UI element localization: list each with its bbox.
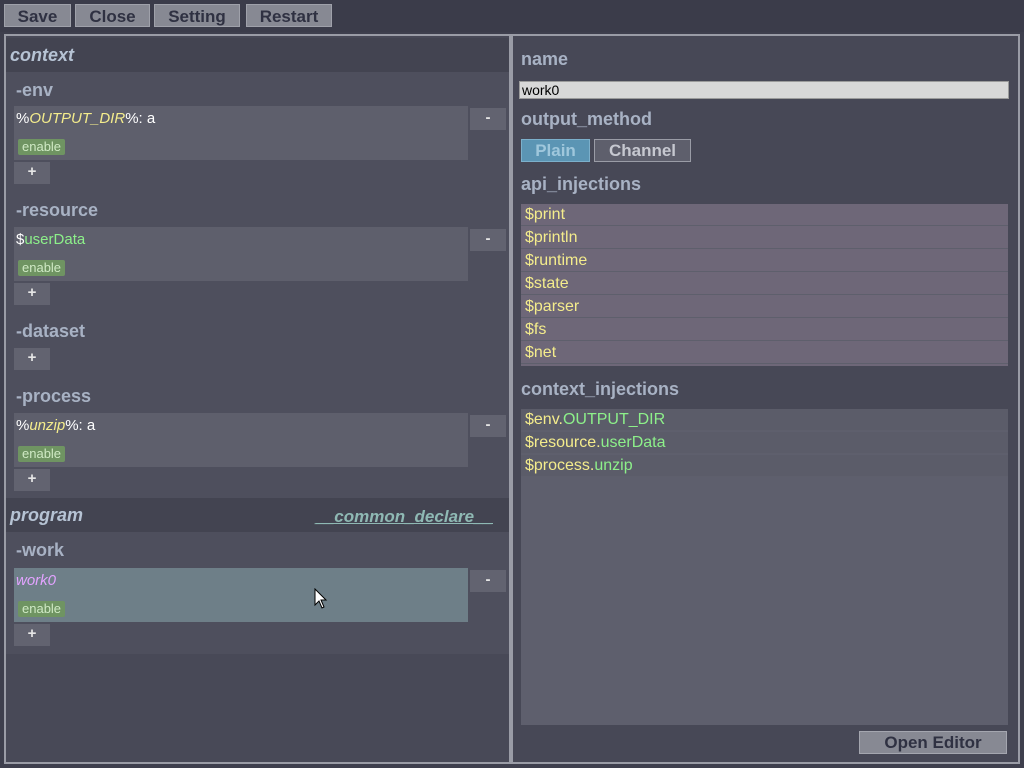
restart-button[interactable]: Restart	[246, 4, 332, 27]
work-subtitle: -work	[16, 540, 65, 560]
process-enable-badge[interactable]: enable	[18, 446, 66, 462]
api-item-runtime[interactable]: $runtime	[521, 250, 1008, 272]
dataset-add-button[interactable]: +	[14, 348, 50, 370]
output-method-label: output_method	[521, 109, 652, 129]
api-item-state[interactable]: $state	[521, 273, 1008, 295]
resource-add-button[interactable]: +	[14, 283, 50, 305]
save-button[interactable]: Save	[4, 4, 71, 27]
process-add-button[interactable]: +	[14, 469, 50, 491]
resource-item[interactable]: $userData enable	[14, 227, 468, 281]
context-item-resource[interactable]: $resource.userData	[521, 432, 1008, 454]
mouse-cursor-icon	[314, 588, 328, 609]
api-item-parser[interactable]: $parser	[521, 296, 1008, 318]
context-title: context	[10, 45, 75, 65]
api-injections-list: $print $println $runtime $state $parser …	[521, 204, 1008, 366]
env-item[interactable]: %OUTPUT_DIR%: a enable	[14, 106, 468, 160]
left-panel: context -env %OUTPUT_DIR%: a enable - + …	[6, 36, 509, 762]
resource-remove-button[interactable]: -	[470, 229, 506, 251]
work-item[interactable]: work0 enable	[14, 568, 468, 622]
context-section-body: -env %OUTPUT_DIR%: a enable - + -resourc…	[6, 72, 509, 498]
program-section-body: -work work0 enable - +	[6, 532, 509, 654]
resource-item-text: $userData	[16, 231, 86, 248]
context-item-env[interactable]: $env.OUTPUT_DIR	[521, 409, 1008, 431]
process-item-text: %unzip%: a	[16, 417, 96, 434]
resource-enable-badge[interactable]: enable	[18, 260, 66, 276]
name-input[interactable]	[519, 81, 1009, 99]
resource-subtitle: -resource	[16, 200, 99, 220]
name-label: name	[521, 49, 569, 69]
dataset-subtitle: -dataset	[16, 321, 86, 341]
api-item-print[interactable]: $print	[521, 204, 1008, 226]
right-panel: name output_method Plain Channel api_inj…	[513, 36, 1018, 762]
api-item-println[interactable]: $println	[521, 227, 1008, 249]
context-section-title: context	[6, 38, 509, 72]
setting-button[interactable]: Setting	[154, 4, 240, 27]
work-add-button[interactable]: +	[14, 624, 50, 646]
process-item[interactable]: %unzip%: a enable	[14, 413, 468, 467]
output-channel-button[interactable]: Channel	[594, 139, 691, 162]
context-item-process[interactable]: $process.unzip	[521, 455, 1008, 477]
work-enable-badge[interactable]: enable	[18, 601, 66, 617]
env-item-text: %OUTPUT_DIR%: a	[16, 110, 156, 127]
program-title: program	[10, 505, 84, 525]
process-remove-button[interactable]: -	[470, 415, 506, 437]
env-remove-button[interactable]: -	[470, 108, 506, 130]
work-item-text: work0	[16, 572, 57, 589]
process-subtitle: -process	[16, 386, 92, 406]
work-remove-button[interactable]: -	[470, 570, 506, 592]
open-editor-button[interactable]: Open Editor	[859, 731, 1007, 754]
close-button[interactable]: Close	[75, 4, 150, 27]
env-add-button[interactable]: +	[14, 162, 50, 184]
api-item-fs[interactable]: $fs	[521, 319, 1008, 341]
toolbar: Save Close Setting Restart	[0, 0, 1024, 32]
context-injections-list: $env.OUTPUT_DIR $resource.userData $proc…	[521, 409, 1008, 725]
api-item-net[interactable]: $net	[521, 342, 1008, 364]
output-plain-button[interactable]: Plain	[521, 139, 590, 162]
common-declare-link[interactable]: __common_declare__	[315, 507, 493, 527]
context-injections-label: context_injections	[521, 379, 680, 399]
api-injections-label: api_injections	[521, 174, 642, 194]
env-subtitle: -env	[16, 80, 54, 100]
env-enable-badge[interactable]: enable	[18, 139, 66, 155]
